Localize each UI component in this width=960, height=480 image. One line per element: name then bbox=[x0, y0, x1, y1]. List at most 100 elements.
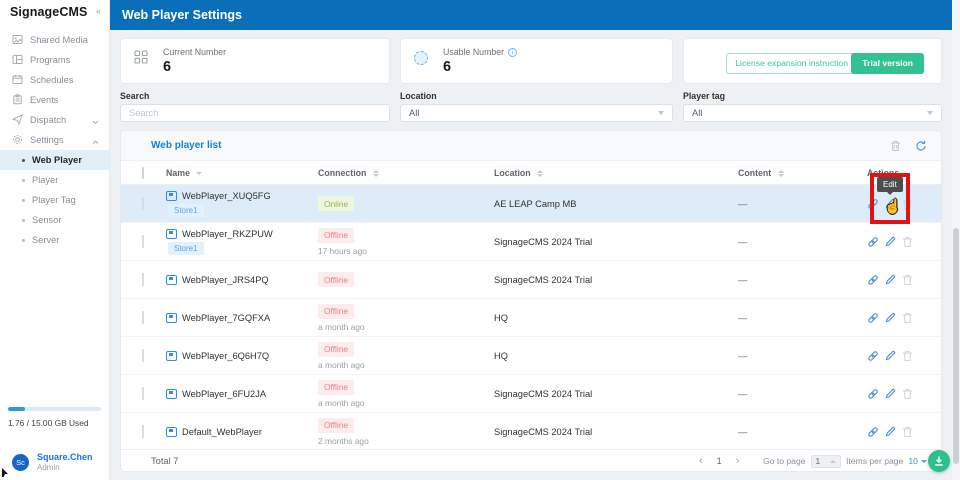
table-row[interactable]: WebPlayer_7GQFXA Offline a month ago HQ … bbox=[121, 299, 941, 337]
column-header-connection[interactable]: Connection bbox=[318, 168, 366, 178]
prev-page-button[interactable]: ‹ bbox=[699, 455, 703, 467]
sort-icon[interactable] bbox=[537, 169, 544, 177]
link-icon[interactable] bbox=[867, 388, 879, 400]
trash-icon[interactable] bbox=[902, 198, 913, 210]
link-icon[interactable] bbox=[867, 236, 879, 248]
current-number-card: Current Number 6 bbox=[120, 38, 390, 84]
sidebar-item-schedules[interactable]: Schedules bbox=[0, 70, 109, 90]
search-label: Search bbox=[120, 91, 150, 101]
chevron-down-icon bbox=[927, 111, 933, 115]
trash-icon[interactable] bbox=[902, 426, 913, 438]
trash-icon[interactable] bbox=[902, 312, 913, 324]
status-time: a month ago bbox=[318, 359, 365, 370]
refresh-icon[interactable] bbox=[915, 140, 927, 152]
trash-icon[interactable] bbox=[902, 274, 913, 286]
row-checkbox[interactable] bbox=[142, 425, 144, 438]
sidebar-item-dispatch[interactable]: Dispatch bbox=[0, 110, 109, 130]
sidebar-item-shared-media[interactable]: Shared Media bbox=[0, 30, 109, 50]
next-page-button[interactable]: › bbox=[736, 455, 740, 467]
sidebar-item-player[interactable]: Player bbox=[0, 170, 109, 190]
edit-icon[interactable] bbox=[885, 388, 896, 399]
column-header-actions: Actions bbox=[867, 167, 900, 178]
usable-gear-icon bbox=[414, 51, 428, 65]
goto-page-input[interactable]: 1 bbox=[810, 454, 841, 468]
trash-icon[interactable] bbox=[902, 350, 913, 362]
link-icon[interactable] bbox=[867, 274, 879, 286]
sort-icon[interactable] bbox=[777, 169, 784, 177]
status-badge: Offline bbox=[318, 341, 355, 357]
trash-icon[interactable] bbox=[902, 236, 913, 248]
location-label: Location bbox=[400, 91, 437, 101]
link-icon[interactable] bbox=[867, 198, 879, 210]
edit-icon[interactable] bbox=[885, 350, 896, 361]
user-profile[interactable]: Sc Square.Chen Admin bbox=[12, 452, 93, 472]
column-header-content[interactable]: Content bbox=[738, 168, 771, 178]
column-header-name[interactable]: Name bbox=[166, 168, 190, 178]
trial-version-button[interactable]: Trial version bbox=[851, 53, 924, 74]
edit-icon[interactable] bbox=[885, 312, 896, 323]
table-row[interactable]: Default_WebPlayer Offline 2 months ago S… bbox=[121, 413, 941, 451]
table-row[interactable]: WebPlayer_XUQ5FG Store1 Online AE LEAP C… bbox=[121, 185, 941, 223]
sidebar-item-label: Shared Media bbox=[30, 35, 88, 45]
link-icon[interactable] bbox=[867, 312, 879, 324]
player-tag-select-value: All bbox=[692, 108, 703, 118]
sidebar-item-label: Sensor bbox=[32, 215, 62, 225]
edit-icon[interactable] bbox=[885, 274, 896, 285]
search-input[interactable] bbox=[120, 104, 390, 122]
info-icon[interactable]: i bbox=[508, 47, 518, 57]
sort-icon[interactable] bbox=[196, 171, 203, 175]
current-page[interactable]: 1 bbox=[717, 456, 722, 466]
table-row[interactable]: WebPlayer_6FU2JA Offline a month ago Sig… bbox=[121, 375, 941, 413]
sidebar-item-sensor[interactable]: Sensor bbox=[0, 210, 109, 230]
status-time: 17 hours ago bbox=[318, 245, 367, 256]
web-player-icon bbox=[166, 388, 177, 399]
sidebar-collapse-icon[interactable]: « bbox=[96, 6, 101, 16]
sidebar-item-programs[interactable]: Programs bbox=[0, 50, 109, 70]
license-expansion-button[interactable]: License expansion instruction bbox=[726, 53, 857, 74]
sidebar-item-server[interactable]: Server bbox=[0, 230, 109, 250]
scrollbar-thumb[interactable] bbox=[953, 228, 959, 464]
row-location: HQ bbox=[494, 312, 508, 323]
location-select-value: All bbox=[409, 108, 420, 118]
table-row[interactable]: WebPlayer_6Q6H7Q Offline a month ago HQ … bbox=[121, 337, 941, 375]
link-icon[interactable] bbox=[867, 350, 879, 362]
link-icon[interactable] bbox=[867, 426, 879, 438]
web-player-icon bbox=[166, 350, 177, 361]
row-checkbox[interactable] bbox=[142, 197, 144, 210]
player-tag-badge: Store1 bbox=[168, 203, 204, 217]
table-row[interactable]: WebPlayer_RKZPUW Store1 Offline 17 hours… bbox=[121, 223, 941, 261]
sidebar-item-events[interactable]: Events bbox=[0, 90, 109, 110]
bullet-icon bbox=[22, 158, 25, 162]
edit-icon[interactable] bbox=[885, 426, 896, 437]
column-header-location[interactable]: Location bbox=[494, 168, 531, 178]
sidebar-item-label: Settings bbox=[30, 135, 64, 145]
trash-icon[interactable] bbox=[902, 388, 913, 400]
sidebar-item-web-player[interactable]: Web Player bbox=[0, 150, 109, 170]
row-checkbox[interactable] bbox=[142, 349, 144, 362]
sort-icon[interactable] bbox=[372, 169, 379, 177]
row-checkbox[interactable] bbox=[142, 235, 144, 248]
goto-page-value: 1 bbox=[815, 456, 821, 466]
web-player-icon bbox=[166, 312, 177, 323]
sidebar: SignageCMS « Shared Media Programs Sched… bbox=[0, 0, 110, 480]
row-location: SignageCMS 2024 Trial bbox=[494, 388, 593, 399]
row-checkbox[interactable] bbox=[142, 311, 144, 324]
delete-icon[interactable] bbox=[890, 140, 901, 152]
row-checkbox[interactable] bbox=[142, 273, 144, 286]
table-row[interactable]: WebPlayer_JRS4PQ Offline SignageCMS 2024… bbox=[121, 261, 941, 299]
sidebar-item-settings[interactable]: Settings bbox=[0, 130, 109, 150]
goto-page-label: Go to page bbox=[763, 456, 806, 466]
usable-number-label: Usable Number bbox=[443, 47, 505, 57]
sidebar-item-player-tag[interactable]: Player Tag bbox=[0, 190, 109, 210]
row-content: — bbox=[738, 274, 748, 285]
select-all-checkbox[interactable] bbox=[142, 166, 144, 179]
calendar-icon bbox=[12, 74, 23, 87]
row-checkbox[interactable] bbox=[142, 387, 144, 400]
download-export-button[interactable] bbox=[928, 450, 950, 472]
bullet-icon bbox=[22, 178, 25, 182]
storage-progress-fill bbox=[8, 407, 25, 411]
player-tag-select[interactable]: All bbox=[683, 104, 942, 122]
location-select[interactable]: All bbox=[400, 104, 673, 122]
edit-icon[interactable] bbox=[885, 236, 896, 247]
items-per-page-select[interactable]: 10 bbox=[908, 456, 927, 466]
